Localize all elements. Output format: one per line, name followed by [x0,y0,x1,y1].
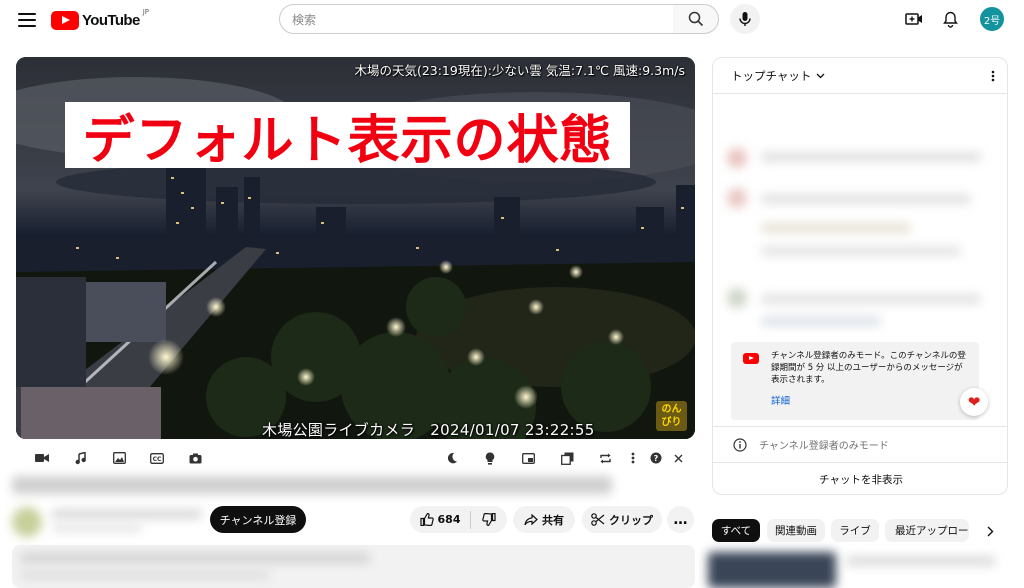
chip-related[interactable]: 関連動画 [767,519,825,542]
svg-text:?: ? [654,454,659,463]
clip-label: クリップ [609,513,653,527]
search-placeholder: 検索 [292,12,317,27]
chat-header: トップチャット [713,58,1007,94]
youtube-logo[interactable]: YouTube JP [51,8,150,31]
help-icon[interactable]: ? [645,449,667,467]
details-link[interactable]: 詳細 [771,393,790,407]
chips-next-button[interactable] [982,522,998,540]
banner-text: デフォルト表示の状態 [82,110,613,171]
chat-mode-selector[interactable]: トップチャット [731,68,825,84]
mic-icon [739,12,751,26]
camera-caption: 木場公園ライブカメラ 2024/01/07 23:22:55 [262,421,595,439]
channel-watermark: のん びり [656,401,687,431]
logo-text: YouTube [82,11,140,29]
description-blurred [20,553,370,563]
more-actions-button[interactable]: … [667,506,694,533]
chat-avatar-blurred [727,188,747,208]
scissors-icon [591,513,605,526]
subscribe-button[interactable]: チャンネル登録 [210,506,306,533]
chat-mode-label: チャンネル登録者のみモード [759,441,889,452]
chat-message-blurred [761,294,981,304]
share-label: 共有 [542,513,564,527]
create-button[interactable] [902,8,926,30]
chat-message-blurred [761,194,971,204]
search-icon [688,11,703,27]
like-count: 684 [437,513,461,526]
youtube-play-icon [51,10,79,30]
share-button[interactable]: 共有 [513,506,575,533]
subscriber-count-blurred [52,524,142,532]
annotation-banner: デフォルト表示の状態 [65,102,630,171]
logo-region: JP [142,8,150,16]
channel-name-blurred[interactable] [52,509,202,519]
video-icon[interactable] [31,449,53,467]
chat-message-blurred [761,152,981,162]
bell-icon [942,11,958,28]
chat-message-blurred [761,223,911,233]
description-blurred-2 [20,571,270,579]
channel-avatar-blurred[interactable] [12,507,42,537]
chevron-down-icon [816,73,825,78]
more-vert-icon[interactable] [991,70,995,82]
live-chat-panel: トップチャット チャンネル登録者のみモード。このチャンネルの登録期間が 5 分 … [712,57,1008,495]
camera-icon[interactable] [184,449,206,467]
video-title-blurred [12,476,612,494]
chip-live[interactable]: ライブ [831,519,879,542]
chat-message-blurred [761,316,881,326]
members-only-notice: チャンネル登録者のみモード。このチャンネルの登録期間が 5 分 以上のユーザーか… [731,342,979,420]
moon-icon[interactable] [441,449,463,467]
info-icon [733,437,747,452]
watermark-line-1: のん [661,404,682,415]
image-icon[interactable] [108,449,130,467]
dislike-button[interactable] [471,506,507,533]
thumbs-up-icon [419,513,434,526]
like-dislike-group: 684 [410,506,507,533]
loop-icon[interactable] [594,449,616,467]
miniplayer-icon[interactable] [517,449,539,467]
search-input[interactable]: 検索 [279,4,674,34]
search-button[interactable] [673,4,719,34]
chat-avatar-blurred [727,148,747,168]
chat-mode-row: チャンネル登録者のみモード [713,426,1007,462]
avatar[interactable]: 2号 [980,7,1004,31]
share-icon [524,513,538,525]
menu-icon[interactable] [16,10,38,30]
clip-button[interactable]: クリップ [582,506,662,533]
youtube-icon [743,353,759,364]
watermark-line-2: びり [661,417,682,428]
music-icon[interactable] [70,449,92,467]
chip-recent-uploads[interactable]: 最近アップロード [885,519,969,542]
chip-all[interactable]: すべて [712,519,760,542]
create-video-icon [905,13,922,25]
heart-reaction-button[interactable]: ❤ [960,388,988,416]
heart-icon: ❤ [967,393,981,411]
thumbs-down-icon [482,513,496,526]
copy-icon[interactable] [556,449,578,467]
chat-avatar-blurred [727,288,747,308]
recommended-title-blurred[interactable] [846,556,996,566]
lightbulb-icon[interactable] [479,449,501,467]
chevron-right-icon [987,526,993,536]
svg-text:CC: CC [153,456,162,463]
chat-message-blurred [761,246,961,256]
notice-text: チャンネル登録者のみモード。このチャンネルの登録期間が 5 分 以上のユーザーか… [771,351,966,385]
chat-title: トップチャット [731,68,812,83]
mic-button[interactable] [730,4,760,34]
description-box[interactable] [12,545,695,588]
notifications-button[interactable] [939,8,961,30]
cc-icon[interactable]: CC [146,449,168,467]
hide-chat-button[interactable]: チャットを非表示 [713,462,1007,494]
recommended-thumbnail-blurred[interactable] [708,552,836,588]
like-button[interactable]: 684 [410,506,470,533]
close-icon[interactable] [667,449,689,467]
weather-overlay: 木場の天気(23:19現在):少ない雲 気温:7.1℃ 風速:9.3m/s [354,63,685,78]
more-vert-icon[interactable] [622,449,644,467]
video-player[interactable]: 木場の天気(23:19現在):少ない雲 気温:7.1℃ 風速:9.3m/s デフ… [16,57,695,439]
